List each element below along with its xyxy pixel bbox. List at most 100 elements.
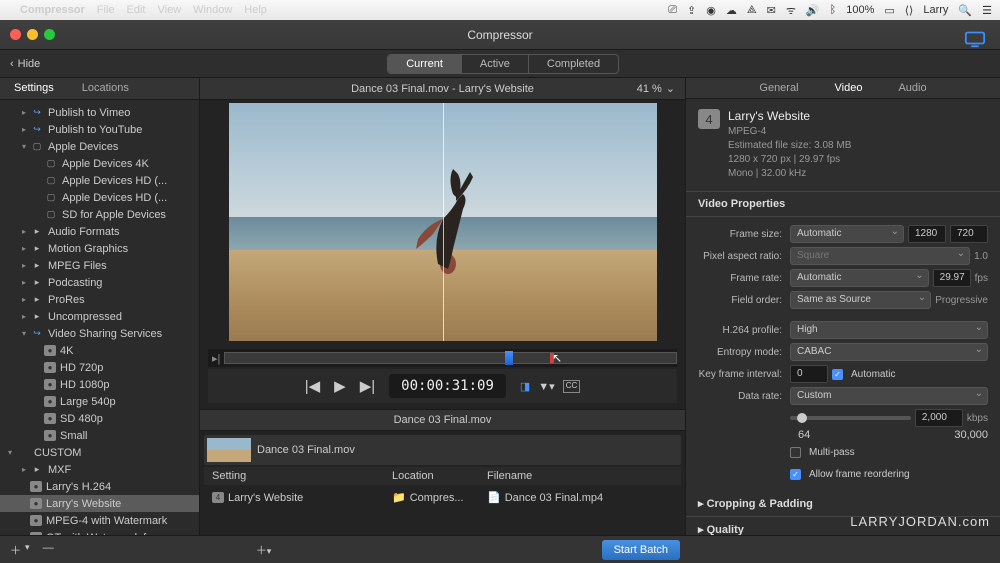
zoom-control[interactable]: 41 %⌄ <box>637 82 675 95</box>
tree-item[interactable]: ▸↪Publish to YouTube <box>0 121 199 138</box>
tab-video[interactable]: Video <box>817 78 881 98</box>
menu-help[interactable]: Help <box>244 4 267 16</box>
disclosure-arrow-icon: ▸ <box>20 312 28 321</box>
tree-item[interactable]: ●4K <box>0 342 199 359</box>
share-monitor-icon[interactable] <box>964 27 986 43</box>
tree-item[interactable]: ▸▸MXF <box>0 461 199 478</box>
tab-locations[interactable]: Locations <box>68 78 143 99</box>
caption-icon[interactable]: CC <box>563 380 581 393</box>
tray-icon[interactable]: ⇪ <box>687 4 696 17</box>
volume-icon[interactable]: 🔊 <box>806 4 820 17</box>
menu-icon[interactable]: ☰ <box>982 4 992 17</box>
batch-item[interactable]: Dance 03 Final.mov <box>204 435 681 465</box>
entropy-select[interactable]: CABAC <box>790 343 988 361</box>
frame-size-select[interactable]: Automatic <box>790 225 904 243</box>
batch-column-headers: Setting Location Filename <box>204 467 681 485</box>
tree-item[interactable]: ▸▸Uncompressed <box>0 308 199 325</box>
frame-rate-select[interactable]: Automatic <box>790 269 929 287</box>
close-button[interactable] <box>10 29 21 40</box>
field-order-select[interactable]: Same as Source <box>790 291 931 309</box>
tree-item[interactable]: ▾↪Video Sharing Services <box>0 325 199 342</box>
tree-item[interactable]: ●Small <box>0 427 199 444</box>
tree-item[interactable]: ●Larry's H.264 <box>0 478 199 495</box>
frame-reordering-checkbox[interactable]: ✓ <box>790 469 801 480</box>
tree-item[interactable]: ●HD 720p <box>0 359 199 376</box>
timeline[interactable]: ▸| ↖ <box>208 349 677 367</box>
folder-icon: 📁 <box>392 491 406 504</box>
tree-item[interactable]: ▾▢Apple Devices <box>0 138 199 155</box>
data-rate-select[interactable]: Custom <box>790 387 988 405</box>
chevron-left-icon: ‹ <box>10 58 14 70</box>
tab-general[interactable]: General <box>741 78 816 98</box>
prev-button[interactable]: |◀ <box>305 377 320 395</box>
add-setting-button[interactable]: ＋▾ — <box>0 542 64 558</box>
minimize-button[interactable] <box>27 29 38 40</box>
keyframe-auto-checkbox[interactable]: ✓ <box>832 369 843 380</box>
tree-item[interactable]: ▢SD for Apple Devices <box>0 206 199 223</box>
tree-item[interactable]: ▾CUSTOM <box>0 444 199 461</box>
tree-item[interactable]: ▸▸ProRes <box>0 291 199 308</box>
tree-item[interactable]: ▸▸Podcasting <box>0 274 199 291</box>
menu-file[interactable]: File <box>97 4 115 16</box>
h264-profile-select[interactable]: High <box>790 321 988 339</box>
tree-item[interactable]: ▸▸Audio Formats <box>0 223 199 240</box>
tray-icon[interactable]: ◉ <box>706 4 716 17</box>
next-button[interactable]: ▶| <box>360 377 375 395</box>
tree-item[interactable]: ▢Apple Devices HD (... <box>0 189 199 206</box>
tree-item[interactable]: ▢Apple Devices 4K <box>0 155 199 172</box>
center-panel: Dance 03 Final.mov - Larry's Website 41 … <box>200 78 686 543</box>
tree-item[interactable]: ▸▸Motion Graphics <box>0 240 199 257</box>
menu-view[interactable]: View <box>158 4 182 16</box>
pixel-aspect-select[interactable]: Square <box>790 247 970 265</box>
tree-item[interactable]: ●Large 540p <box>0 393 199 410</box>
data-rate-slider[interactable] <box>790 416 911 420</box>
add-job-button[interactable]: ＋▾ <box>246 542 282 558</box>
tab-active[interactable]: Active <box>462 55 529 73</box>
compare-view-icon[interactable]: ◨ <box>520 380 530 393</box>
start-batch-button[interactable]: Start Batch <box>602 540 680 560</box>
fullscreen-button[interactable] <box>44 29 55 40</box>
tray-icon[interactable]: ☁ <box>726 4 737 17</box>
tree-item[interactable]: ▸↪Publish to Vimeo <box>0 104 199 121</box>
timecode-display[interactable]: 00:00:31:09 <box>389 374 506 398</box>
tray-icon[interactable]: ⟁ <box>747 4 757 17</box>
col-setting: Setting <box>212 470 392 482</box>
tab-audio[interactable]: Audio <box>880 78 944 98</box>
preview-frame[interactable] <box>229 103 657 341</box>
hide-button[interactable]: ‹ Hide <box>0 58 50 70</box>
timeline-in-marker[interactable] <box>505 351 513 365</box>
prof-icon: ● <box>44 396 56 407</box>
tree-item-label: MXF <box>48 464 71 476</box>
wifi-icon[interactable]: ᯤ <box>786 3 796 18</box>
tree-item[interactable]: ●Larry's Website <box>0 495 199 512</box>
keyframe-interval-field[interactable]: 0 <box>790 365 828 383</box>
tab-current[interactable]: Current <box>388 55 462 73</box>
tree-item[interactable]: ●SD 480p <box>0 410 199 427</box>
compare-divider[interactable] <box>443 103 444 341</box>
bluetooth-icon[interactable]: ᛒ <box>830 4 837 16</box>
tray-icon[interactable]: ✉ <box>767 4 776 17</box>
tab-completed[interactable]: Completed <box>529 55 618 73</box>
tree-item[interactable]: ●MPEG-4 with Watermark <box>0 512 199 529</box>
window-title: Compressor <box>467 28 532 42</box>
arrows-icon[interactable]: ⟨⟩ <box>905 4 914 17</box>
data-rate-field[interactable]: 2,000 <box>915 409 963 427</box>
search-icon[interactable]: 🔍 <box>958 4 972 17</box>
height-field[interactable]: 720 <box>950 225 988 243</box>
timeline-track[interactable]: ↖ <box>224 352 677 364</box>
tree-item[interactable]: ●HD 1080p <box>0 376 199 393</box>
tab-settings[interactable]: Settings <box>0 78 68 99</box>
tray-icon[interactable]: ⎚ <box>668 4 677 17</box>
app-menu[interactable]: Compressor <box>20 4 85 16</box>
menu-window[interactable]: Window <box>193 4 232 16</box>
play-button[interactable]: ▶ <box>334 377 346 395</box>
tree-item[interactable]: ▸▸MPEG Files <box>0 257 199 274</box>
batch-row[interactable]: 4Larry's Website 📁Compres... 📄Dance 03 F… <box>204 487 681 508</box>
user-name[interactable]: Larry <box>923 4 948 16</box>
width-field[interactable]: 1280 <box>908 225 946 243</box>
multipass-checkbox[interactable] <box>790 447 801 458</box>
fps-field[interactable]: 29.97 <box>933 269 971 287</box>
marker-menu-icon[interactable]: ▼▾ <box>538 380 554 393</box>
menu-edit[interactable]: Edit <box>127 4 146 16</box>
tree-item[interactable]: ▢Apple Devices HD (... <box>0 172 199 189</box>
